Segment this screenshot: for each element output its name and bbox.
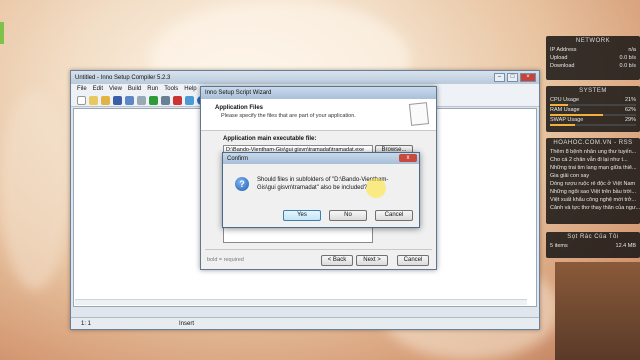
status-bar: 1: 1 Insert xyxy=(71,317,539,329)
main-title: Untitled - Inno Setup Compiler 5.2.3 xyxy=(75,74,171,81)
system-gadget: SYSTEM CPU Usage 21% RAM Usage 62% SWAP Us… xyxy=(546,86,640,132)
confirm-title: Confirm xyxy=(227,155,249,162)
network-value: 0.0 b/s xyxy=(619,63,636,69)
system-value: 21% xyxy=(624,97,636,103)
close-button[interactable]: × xyxy=(520,73,536,82)
rss-item[interactable]: Cảnh và tực thơ thay thân của ngư... xyxy=(546,204,640,212)
no-button[interactable]: No xyxy=(329,210,367,221)
menu-view[interactable]: View xyxy=(109,86,122,92)
horizontal-scrollbar[interactable] xyxy=(75,299,527,305)
menu-run[interactable]: Run xyxy=(147,86,158,92)
wizard-cancel-button[interactable]: Cancel xyxy=(397,255,429,266)
desktop-side-tab[interactable] xyxy=(0,22,4,44)
new-wizard-icon[interactable] xyxy=(89,95,98,105)
confirm-dialog: Confirm x ? Should files in subfolders o… xyxy=(222,152,420,228)
recycle-items: 5 items xyxy=(550,243,568,249)
main-exe-label: Application main executable file: xyxy=(223,136,317,142)
status-cursor-position: 1: 1 xyxy=(81,320,92,327)
open-folder-icon[interactable] xyxy=(101,95,110,105)
network-gadget: NETWORK IP Address n/a Upload 0.0 b/s Down… xyxy=(546,36,640,80)
network-value: n/a xyxy=(628,47,636,53)
network-label: Download xyxy=(550,63,575,69)
background-petal xyxy=(0,90,70,290)
network-label: IP Address xyxy=(550,47,577,53)
rss-item[interactable]: Những ngôi sao Việt trên bầu trời... xyxy=(546,188,640,196)
swap-usage-bar xyxy=(550,124,636,126)
rss-header: HOAHOC.COM.VN - RSS xyxy=(553,140,633,146)
network-header: NETWORK xyxy=(575,38,611,44)
recycle-size: 12.4 MB xyxy=(615,243,636,249)
confirm-cancel-button[interactable]: Cancel xyxy=(375,210,413,221)
menu-file[interactable]: File xyxy=(77,86,87,92)
menu-tools[interactable]: Tools xyxy=(164,86,178,92)
network-label: Upload xyxy=(550,55,568,61)
other-files-list[interactable] xyxy=(223,227,373,243)
wizard-title-bar[interactable]: Inno Setup Script Wizard xyxy=(201,87,436,99)
system-label: CPU Usage xyxy=(550,97,580,103)
system-value: 29% xyxy=(624,117,636,123)
system-header: SYSTEM xyxy=(579,88,607,94)
system-label: SWAP Usage xyxy=(550,117,584,123)
status-insert-mode: Insert xyxy=(179,320,195,327)
recycle-header: Sọt Rác Của Tôi xyxy=(567,234,619,240)
maximize-button[interactable]: □ xyxy=(507,73,518,82)
wizard-title: Inno Setup Script Wizard xyxy=(205,90,272,96)
step-icon[interactable] xyxy=(185,95,194,105)
rss-item[interactable]: Gia giải con say xyxy=(546,172,640,180)
minimize-button[interactable]: – xyxy=(494,73,505,82)
rss-item[interactable]: Cho cá 2 chân vẫn đi lại như t... xyxy=(546,156,640,164)
rss-item[interactable]: Thêm 8 bệnh nhân ung thư tuyến... xyxy=(546,148,640,156)
question-icon: ? xyxy=(235,177,249,191)
main-title-bar[interactable]: Untitled - Inno Setup Compiler 5.2.3 – □… xyxy=(71,71,539,84)
menu-edit[interactable]: Edit xyxy=(93,86,103,92)
wizard-document-icon xyxy=(408,102,430,126)
recycle-bin-gadget[interactable]: Sọt Rác Của Tôi 5 items 12.4 MB xyxy=(546,232,640,258)
system-value: 62% xyxy=(624,107,636,113)
save-icon[interactable] xyxy=(113,95,122,105)
menu-build[interactable]: Build xyxy=(128,86,141,92)
stop-compile-icon[interactable] xyxy=(137,95,146,105)
run-icon[interactable] xyxy=(149,95,158,105)
wizard-subheading: Please specify the files that are part o… xyxy=(221,113,356,119)
yes-button[interactable]: Yes xyxy=(283,210,321,221)
next-button[interactable]: Next > xyxy=(356,255,388,266)
new-file-icon[interactable] xyxy=(77,95,86,105)
cursor-highlight xyxy=(366,178,386,198)
rss-item[interactable]: Việt xuất khẩu công nghệ mới trở... xyxy=(546,196,640,204)
wizard-header: Application Files Please specify the fil… xyxy=(201,99,436,131)
network-value: 0.0 b/s xyxy=(619,55,636,61)
stop-icon[interactable] xyxy=(173,95,182,105)
menu-help[interactable]: Help xyxy=(184,86,196,92)
rss-item[interactable]: Những trai tim lang mạn giữa thiê... xyxy=(546,164,640,172)
compile-icon[interactable] xyxy=(125,95,134,105)
rss-gadget: HOAHOC.COM.VN - RSS Thêm 8 bệnh nhân ung… xyxy=(546,138,640,224)
wizard-required-note: bold = required xyxy=(207,257,244,263)
wizard-footer-divider xyxy=(205,249,432,250)
pause-icon[interactable] xyxy=(161,95,170,105)
photo-gadget xyxy=(555,262,640,360)
rss-item[interactable]: Dòng rượu ruộc rẻ độc ở Việt Nam xyxy=(546,180,640,188)
confirm-title-bar[interactable]: Confirm x xyxy=(223,153,419,164)
wizard-heading: Application Files xyxy=(215,105,264,111)
system-label: RAM Usage xyxy=(550,107,580,113)
back-button[interactable]: < Back xyxy=(321,255,353,266)
confirm-close-button[interactable]: x xyxy=(399,154,417,162)
